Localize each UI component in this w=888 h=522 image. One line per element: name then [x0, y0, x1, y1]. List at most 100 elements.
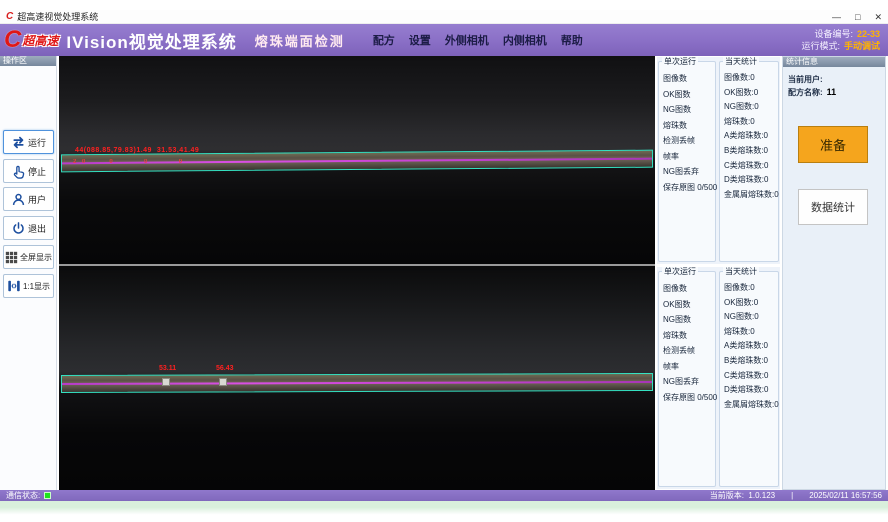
menu-bar: 配方设置外侧相机内侧相机帮助: [373, 32, 583, 48]
recipe-name-label: 配方名称:: [788, 86, 823, 99]
single-run-rows: 图像数OK图数NG图数熔珠数检测丢帧帧率NG图丢弃保存原图 0/500: [659, 272, 715, 405]
screen: C 超高速视觉处理系统 — □ ✕ C 超高速 IVision视觉处理系统 熔珠…: [0, 0, 888, 522]
menu-item[interactable]: 帮助: [561, 32, 583, 48]
sidebar-title: 操作区: [0, 56, 56, 66]
run-mode-label: 运行模式:: [801, 40, 840, 52]
header: C 超高速 IVision视觉处理系统 熔珠端面检测 配方设置外侧相机内侧相机帮…: [0, 24, 888, 56]
header-info: 设备编号: 22-33 运行模式: 手动调试: [801, 28, 880, 52]
titlebar: C 超高速视觉处理系统 — □ ✕: [0, 10, 888, 24]
stat-row: OK图数: [663, 87, 715, 103]
version-value: 1.0.123: [748, 491, 775, 500]
maximize-button[interactable]: □: [855, 11, 860, 23]
defect-marker: [219, 378, 227, 386]
one-to-one-button[interactable]: 1:1显示: [3, 274, 54, 298]
stat-row: NG图数: [663, 312, 715, 328]
single-run-groupbox: 单次运行 图像数OK图数NG图数熔珠数检测丢帧帧率NG图丢弃保存原图 0/500: [658, 271, 716, 487]
stat-row: 图像数:0: [724, 281, 778, 296]
camera-view-top[interactable]: 44(088.85,79.83)1.49 31.53,41.49 2 0 0 0…: [59, 56, 655, 264]
stat-row: 检测丢帧: [663, 343, 715, 359]
stat-row: 图像数: [663, 71, 715, 87]
app-logo-icon: C: [6, 12, 13, 22]
stat-row: 金属屑熔珠数:0: [724, 398, 778, 413]
menu-item[interactable]: 内侧相机: [503, 32, 547, 48]
stat-row: B类熔珠数:0: [724, 354, 778, 369]
user-button[interactable]: 用户: [3, 187, 54, 211]
stat-row: A类熔珠数:0: [724, 129, 778, 144]
menu-item[interactable]: 外侧相机: [445, 32, 489, 48]
comm-status-label: 通信状态:: [6, 490, 40, 501]
run-button[interactable]: 运行: [3, 130, 54, 154]
user-icon: [11, 192, 26, 207]
grid-icon: [5, 251, 18, 264]
measurement-ticks: 2 0 0 0 0: [73, 159, 184, 165]
stop-button[interactable]: 停止: [3, 159, 54, 183]
recipe-name-value: 11: [827, 86, 837, 99]
stat-row: OK图数:0: [724, 86, 778, 101]
stat-row: NG图数:0: [724, 310, 778, 325]
stat-row: NG图丢弃: [663, 374, 715, 390]
device-number-label: 设备编号:: [814, 28, 853, 40]
stat-row: NG图数: [663, 102, 715, 118]
stat-row: D类熔珠数:0: [724, 383, 778, 398]
stats-block-top: 单次运行 图像数OK图数NG图数熔珠数检测丢帧帧率NG图丢弃保存原图 0/500…: [657, 57, 780, 264]
brand-logo: C 超高速: [4, 28, 58, 52]
measurement-label: 56.43: [216, 365, 234, 372]
today-stats-groupbox: 当天统计 图像数:0OK图数:0NG图数:0熔珠数:0A类熔珠数:0B类熔珠数:…: [719, 61, 779, 262]
app-subtitle: 熔珠端面检测: [255, 31, 345, 50]
stat-row: D类熔珠数:0: [724, 173, 778, 188]
datetime: 2025/02/11 16:57:56: [809, 491, 882, 500]
groupbox-title: 单次运行: [662, 267, 698, 276]
status-bar: 通信状态: 当前版本: 1.0.123 | 2025/02/11 16:57:5…: [0, 490, 888, 501]
measurement-annotation: 44(088.85,79.83)1.49 31.53,41.49: [75, 147, 199, 154]
camera-view-bottom[interactable]: 53.11 56.43: [59, 266, 655, 490]
stat-row: 帧率: [663, 359, 715, 375]
stop-button-label: 停止: [28, 165, 46, 178]
prepare-button[interactable]: 准备: [798, 126, 868, 163]
single-run-groupbox: 单次运行 图像数OK图数NG图数熔珠数检测丢帧帧率NG图丢弃保存原图 0/500: [658, 61, 716, 262]
stat-row: 金属屑熔珠数:0: [724, 188, 778, 203]
brand-swoosh-icon: C: [4, 28, 21, 52]
detected-strip-roi: [61, 373, 653, 393]
stat-row: 保存原图 0/500: [663, 180, 715, 196]
stat-row: 图像数: [663, 281, 715, 297]
close-button[interactable]: ✕: [874, 11, 882, 23]
statistics-info-panel: 统计信息 当前用户: 配方名称: 11 准备 数据统计: [782, 56, 886, 490]
fullscreen-button[interactable]: 全屏显示: [3, 245, 54, 269]
stats-block-bottom: 单次运行 图像数OK图数NG图数熔珠数检测丢帧帧率NG图丢弃保存原图 0/500…: [657, 267, 780, 489]
data-statistics-button[interactable]: 数据统计: [798, 189, 868, 225]
menu-item[interactable]: 设置: [409, 32, 431, 48]
defect-marker: [162, 378, 170, 386]
stat-row: 熔珠数:0: [724, 325, 778, 340]
one-to-one-button-label: 1:1显示: [23, 281, 50, 292]
groupbox-title: 当天统计: [723, 57, 759, 66]
single-run-rows: 图像数OK图数NG图数熔珠数检测丢帧帧率NG图丢弃保存原图 0/500: [659, 62, 715, 195]
one-to-one-icon: [7, 279, 21, 293]
stat-row: C类熔珠数:0: [724, 369, 778, 384]
app-title: IVision视觉处理系统: [66, 28, 236, 53]
stat-row: 帧率: [663, 149, 715, 165]
desktop-background: [0, 501, 888, 522]
stat-row: NG图丢弃: [663, 164, 715, 180]
stat-row: NG图数:0: [724, 100, 778, 115]
exit-button[interactable]: 退出: [3, 216, 54, 240]
power-icon: [11, 221, 26, 236]
stat-row: 熔珠数: [663, 118, 715, 134]
stat-row: 图像数:0: [724, 71, 778, 86]
stat-row: OK图数: [663, 297, 715, 313]
measurement-label: 53.11: [159, 365, 176, 372]
window-title: 超高速视觉处理系统: [17, 10, 98, 23]
sync-icon: [11, 135, 26, 150]
stat-row: 检测丢帧: [663, 133, 715, 149]
stat-row: 保存原图 0/500: [663, 390, 715, 406]
version-label: 当前版本:: [710, 491, 744, 500]
operation-sidebar: 操作区 运行 停止 用户 退出 全屏显示: [0, 56, 57, 490]
info-panel-title: 统计信息: [783, 57, 885, 67]
stat-row: 熔珠数:0: [724, 115, 778, 130]
run-button-label: 运行: [28, 136, 46, 149]
user-button-label: 用户: [28, 193, 46, 206]
menu-item[interactable]: 配方: [373, 32, 395, 48]
stat-row: B类熔珠数:0: [724, 144, 778, 159]
app-window: C 超高速视觉处理系统 — □ ✕ C 超高速 IVision视觉处理系统 熔珠…: [0, 10, 888, 501]
groupbox-title: 单次运行: [662, 57, 698, 66]
minimize-button[interactable]: —: [832, 11, 841, 23]
